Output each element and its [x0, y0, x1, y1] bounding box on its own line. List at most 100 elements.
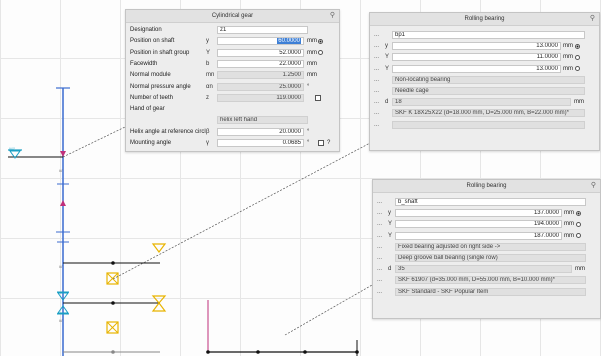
field-value-input[interactable]: 0.0685 [217, 139, 304, 147]
field-value-input[interactable]: bp1 [392, 31, 585, 39]
expand-dots[interactable]: ... [377, 287, 382, 297]
field-label: Position in shaft group [130, 49, 190, 56]
lock-checkbox-icon[interactable] [315, 94, 321, 101]
field-symbol: Y [385, 54, 390, 61]
load-arrow [60, 151, 66, 157]
field-label: Designation [130, 27, 162, 33]
position-radio-icon[interactable] [575, 66, 580, 72]
expand-dots[interactable]: ... [377, 264, 382, 274]
form-row: Hand of gear [126, 104, 339, 114]
expand-dots[interactable]: ... [374, 120, 379, 130]
field-value-input: 25.0000 [217, 82, 304, 91]
expand-dots[interactable]: ... [374, 52, 379, 62]
field-value-input[interactable]: 52.0000 [217, 48, 304, 57]
expand-dots[interactable]: ... [377, 275, 382, 285]
field-label: Helix angle at reference circle [130, 128, 206, 135]
position-radio-icon[interactable] [575, 54, 580, 60]
field-symbol: β [206, 128, 210, 135]
position-radio-icon[interactable] [318, 50, 323, 56]
expand-dots[interactable]: ... [374, 64, 379, 74]
field-value-input[interactable]: 194.0000 [395, 220, 562, 229]
field-value-input: SKF K 18X25X22 (d=18.000 mm, D=25.000 mm… [392, 109, 585, 118]
panel-title: Cylindrical gear [211, 13, 254, 19]
position-radio-icon[interactable] [318, 38, 323, 44]
position-radio-icon[interactable] [576, 210, 581, 216]
field-value-input[interactable]: 13.0000 [392, 64, 561, 73]
form-row: ... Deep groove ball bearing (single row) [373, 253, 600, 263]
field-label: Normal module [130, 72, 171, 79]
field-value-input: SKF Standard - SKF Popular Item [395, 287, 586, 296]
expand-dots[interactable]: ... [377, 219, 382, 229]
field-value-input: 18 [392, 98, 571, 107]
form-row: ... d 35 mm [373, 264, 600, 274]
field-value-input[interactable]: 20.0000 [217, 127, 304, 136]
form-row: ... y 137.0000 mm [373, 208, 600, 218]
expand-dots[interactable]: ... [377, 231, 382, 241]
expand-dots[interactable]: ... [374, 108, 379, 118]
cylindrical-gear-panel: Cylindrical gear ⚲ Designation z1 Position… [125, 9, 340, 152]
expand-dots[interactable]: ... [374, 75, 379, 85]
field-unit: mm [575, 266, 585, 273]
field-value-input: SKF 61907 (d=35.000 mm, D=55.000 mm, B=1… [395, 276, 586, 285]
pin-icon[interactable]: ⚲ [330, 10, 335, 22]
position-radio-icon[interactable] [576, 221, 581, 227]
field-unit: mm [574, 99, 584, 106]
field-value-input[interactable]: 22.0000 [217, 59, 304, 68]
pin-icon[interactable]: ⚲ [591, 180, 596, 192]
svg-text://///: ///// [9, 146, 15, 151]
form-row: ... SKF 61907 (d=35.000 mm, D=55.000 mm, … [373, 275, 600, 285]
expand-dots[interactable]: ... [374, 97, 379, 107]
field-unit: mm [564, 221, 574, 228]
expand-dots[interactable]: ... [377, 208, 382, 218]
field-symbol: z [206, 94, 209, 101]
field-symbol: mn [206, 72, 215, 79]
expand-dots[interactable]: ... [374, 30, 379, 40]
position-radio-icon[interactable] [575, 43, 580, 49]
field-label: Number of teeth [130, 94, 174, 101]
expand-dots[interactable]: ... [377, 242, 382, 252]
panel-header: Cylindrical gear ⚲ [126, 10, 339, 23]
form-row: Mounting angle γ 0.0685 °? [126, 138, 339, 148]
field-value-input: Fixed bearing adjusted on right side -> [395, 242, 586, 251]
bearing-icon[interactable] [106, 272, 119, 285]
leader-line [284, 284, 373, 336]
help-icon[interactable]: ? [327, 138, 330, 148]
form-row: helix left hand [126, 115, 339, 125]
field-value-input[interactable]: 187.0000 [395, 231, 562, 240]
form-row: Normal pressure angle αn 25.0000 ° [126, 82, 339, 92]
field-value-input[interactable]: 11.0000 [392, 53, 561, 62]
support-icon[interactable]: ///// [8, 146, 22, 159]
field-symbol: Y [388, 232, 393, 239]
pin-icon[interactable]: ⚲ [590, 13, 595, 25]
field-symbol: y [385, 43, 388, 50]
rolling-bearing-panel-2: Rolling bearing ⚲ ... b_shaft ... y 137.0000… [372, 179, 601, 319]
expand-dots[interactable]: ... [377, 253, 382, 263]
field-value-input: 35 [395, 265, 572, 274]
form-row: Normal module mn 1.2500 mm [126, 70, 339, 80]
field-value-input[interactable]: 137.0000 [395, 209, 562, 218]
expand-dots[interactable]: ... [377, 197, 382, 207]
bearing-icon[interactable] [106, 321, 119, 334]
panel-title: Rolling bearing [466, 183, 507, 189]
field-value-input [392, 120, 585, 129]
panel-header: Rolling bearing ⚲ [370, 13, 599, 26]
form-row: Helix angle at reference circle β 20.0000 ° [126, 127, 339, 137]
lock-checkbox-icon[interactable] [318, 140, 324, 146]
field-unit: mm [307, 60, 317, 67]
field-unit: ° [307, 128, 310, 135]
expand-dots[interactable]: ... [374, 86, 379, 96]
field-value-input: 1.2500 [217, 71, 304, 80]
panel-header: Rolling bearing ⚲ [373, 180, 600, 193]
field-value-input[interactable]: 13.0000 [392, 42, 561, 51]
form-row: ... Y 194.0000 mm [373, 219, 600, 229]
field-value-input[interactable]: z1 [217, 26, 308, 34]
field-symbol: Y [206, 49, 211, 56]
field-value-input[interactable]: b_shaft [395, 198, 586, 206]
form-row: ... bp1 [370, 30, 599, 40]
bearing-icon[interactable] [151, 243, 167, 312]
form-row: Position in shaft group Y 52.0000 mm [126, 48, 339, 58]
expand-dots[interactable]: ... [374, 41, 379, 51]
form-row: Designation z1 [126, 25, 339, 35]
position-radio-icon[interactable] [576, 233, 581, 239]
field-value-input[interactable]: 60.0000 [217, 37, 304, 46]
